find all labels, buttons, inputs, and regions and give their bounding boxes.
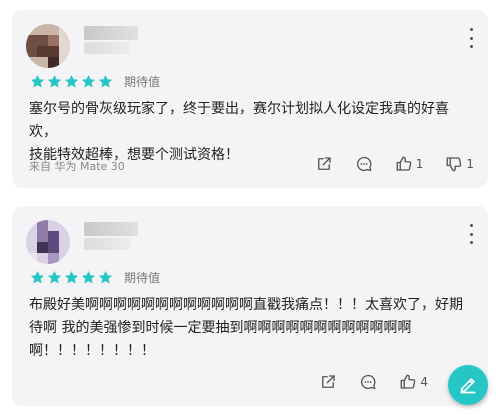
dislike-button[interactable]: 1 bbox=[445, 155, 474, 173]
avatar[interactable] bbox=[26, 220, 70, 264]
username-blurred bbox=[84, 222, 138, 236]
like-count: 4 bbox=[420, 375, 428, 389]
write-review-button[interactable] bbox=[448, 365, 488, 405]
comment-icon bbox=[361, 374, 376, 390]
star-rating bbox=[30, 74, 113, 89]
share-button[interactable] bbox=[319, 373, 337, 391]
review-card: 期待值 塞尔号的骨灰级玩家了，终于要出，赛尔计划拟人化设定我真的好喜欢， 技能特… bbox=[12, 10, 488, 188]
review-card: 期待值 布殿好美啊啊啊啊啊啊啊啊啊啊啊啊直戳我痛点！！！太喜欢了，好期 待啊 我… bbox=[12, 206, 488, 406]
like-button[interactable]: 1 bbox=[395, 155, 424, 173]
star-icon bbox=[64, 74, 79, 88]
thumbs-up-icon bbox=[400, 374, 416, 389]
comment-button[interactable] bbox=[359, 373, 377, 391]
star-icon bbox=[30, 74, 45, 88]
more-vertical-icon[interactable] bbox=[468, 28, 474, 48]
dislike-count: 1 bbox=[466, 157, 474, 171]
review-text-line: 塞尔号的骨灰级玩家了，终于要出，赛尔计划拟人化设定我真的好喜欢， bbox=[29, 101, 449, 140]
rating-tag: 期待值 bbox=[124, 271, 161, 285]
device-source: 来自 华为 Mate 30 bbox=[29, 160, 125, 173]
like-count: 1 bbox=[415, 157, 424, 171]
more-vertical-icon[interactable] bbox=[468, 224, 474, 244]
share-icon bbox=[322, 375, 336, 388]
comment-button[interactable] bbox=[355, 155, 373, 173]
thumbs-up-icon bbox=[396, 156, 412, 171]
rating-tag: 期待值 bbox=[124, 75, 161, 89]
star-icon bbox=[81, 74, 96, 88]
user-meta-blurred bbox=[84, 238, 130, 250]
user-meta-blurred bbox=[84, 42, 130, 54]
star-icon bbox=[47, 270, 62, 284]
like-button[interactable]: 4 bbox=[399, 373, 428, 391]
review-text-line: 啊！！！！！！！！ bbox=[29, 343, 155, 359]
review-text-line: 布殿好美啊啊啊啊啊啊啊啊啊啊啊啊直戳我痛点！！！太喜欢了，好期 bbox=[29, 297, 463, 313]
avatar[interactable] bbox=[26, 24, 70, 68]
review-text-line: 待啊 我的美强惨到时候一定要抽到啊啊啊啊啊啊啊啊啊啊啊啊 bbox=[29, 320, 412, 336]
comment-icon bbox=[356, 156, 372, 172]
star-icon bbox=[81, 270, 96, 284]
thumbs-down-icon bbox=[446, 157, 462, 172]
star-icon bbox=[47, 74, 62, 88]
star-icon bbox=[64, 270, 79, 284]
username-blurred bbox=[84, 26, 138, 40]
pencil-icon bbox=[460, 378, 476, 394]
share-icon bbox=[317, 157, 331, 170]
share-button[interactable] bbox=[315, 155, 333, 173]
star-icon bbox=[30, 270, 45, 284]
star-rating bbox=[30, 270, 113, 285]
review-text: 布殿好美啊啊啊啊啊啊啊啊啊啊啊啊直戳我痛点！！！太喜欢了，好期 待啊 我的美强惨… bbox=[29, 294, 475, 363]
star-icon bbox=[98, 270, 113, 284]
review-actions: 1 1 bbox=[293, 155, 474, 173]
star-icon bbox=[98, 74, 113, 88]
